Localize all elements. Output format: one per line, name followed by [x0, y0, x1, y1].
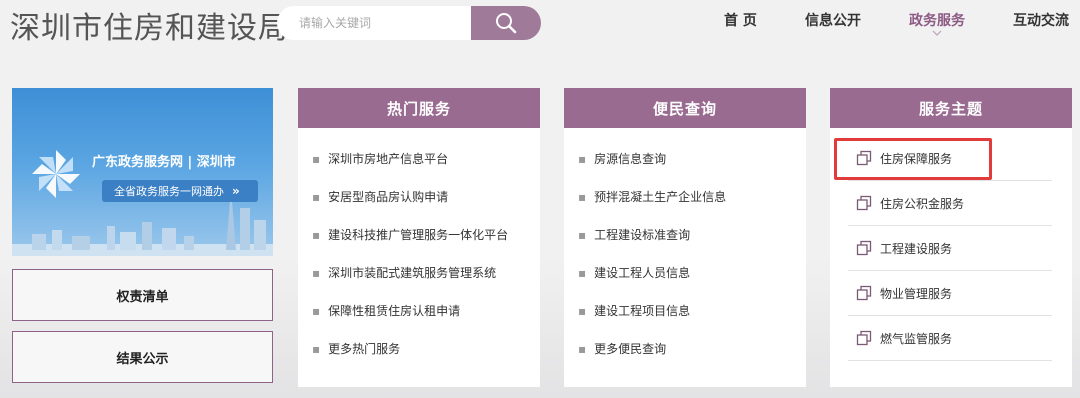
public-query-title: 便民查询	[564, 88, 806, 128]
hot-service-label: 安居型商品房认购申请	[328, 190, 449, 204]
square-bullet-icon: ▪	[578, 228, 587, 242]
public-query-label: 建设工程项目信息	[594, 304, 691, 318]
theme-property-management[interactable]: 物业管理服务	[848, 271, 1052, 316]
service-themes-title: 服务主题	[830, 88, 1072, 128]
hot-services-card: 热门服务 ▪ 深圳市房地产信息平台 ▪ 安居型商品房认购申请 ▪ 建设科技推广管理服务…	[298, 88, 540, 387]
public-query-card: 便民查询 ▪ 房源信息查询 ▪ 预拌混凝土生产企业信息 ▪ 工程建设标准查询 ▪ 建设工…	[564, 88, 806, 387]
square-bullet-icon: ▪	[312, 190, 321, 204]
more-hot-services-link[interactable]: ▪ 更多热门服务	[312, 340, 400, 357]
header: 深圳市住房和建设局 首 页 信息公开 政务服务 互动交流	[0, 0, 1080, 50]
copy-pages-icon	[856, 330, 872, 346]
public-query-item[interactable]: ▪ 建设工程项目信息	[578, 302, 690, 319]
square-bullet-icon: ▪	[312, 266, 321, 280]
hot-services-title: 热门服务	[298, 88, 540, 128]
hot-service-item[interactable]: ▪ 深圳市装配式建筑服务管理系统	[312, 264, 496, 281]
gd-gov-service-banner[interactable]: 广东政务服务网 | 深圳市 全省政务服务一网通办 »	[12, 88, 273, 256]
square-bullet-icon: ▪	[578, 342, 587, 356]
square-bullet-icon: ▪	[312, 304, 321, 318]
nav-home[interactable]: 首 页	[724, 10, 757, 30]
square-bullet-icon: ▪	[312, 152, 321, 166]
copy-pages-icon	[856, 240, 872, 256]
service-themes-card: 服务主题 住房保障服务 住房公积金服务 工程建设服务 物业管理服务 燃气监管服务	[830, 88, 1072, 387]
square-bullet-icon: ▪	[312, 228, 321, 242]
banner-pill-label: 全省政务服务一网通办	[114, 185, 224, 198]
public-query-label: 工程建设标准查询	[594, 228, 691, 242]
public-query-item[interactable]: ▪ 工程建设标准查询	[578, 226, 690, 243]
hot-service-label: 保障性租赁住房认租申请	[328, 304, 461, 318]
public-query-item[interactable]: ▪ 建设工程人员信息	[578, 264, 690, 281]
square-bullet-icon: ▪	[312, 342, 321, 356]
public-query-label: 建设工程人员信息	[594, 266, 691, 280]
square-bullet-icon: ▪	[578, 304, 587, 318]
square-bullet-icon: ▪	[578, 152, 587, 166]
theme-housing-security[interactable]: 住房保障服务	[848, 136, 1052, 181]
hot-service-label: 深圳市装配式建筑服务管理系统	[328, 266, 497, 280]
theme-label: 工程建设服务	[880, 241, 953, 256]
main-nav: 首 页 信息公开 政务服务 互动交流	[0, 10, 1080, 40]
gd-gov-logo-icon	[32, 150, 80, 198]
nav-info-disclosure[interactable]: 信息公开	[805, 10, 861, 30]
theme-housing-fund[interactable]: 住房公积金服务	[848, 181, 1052, 226]
chevron-down-icon	[932, 30, 942, 36]
results-publicity-button[interactable]: 结果公示	[12, 331, 273, 383]
hot-service-item[interactable]: ▪ 深圳市房地产信息平台	[312, 150, 448, 167]
more-public-query-link[interactable]: ▪ 更多便民查询	[578, 340, 666, 357]
square-bullet-icon: ▪	[578, 266, 587, 280]
power-list-button[interactable]: 权责清单	[12, 269, 273, 321]
public-query-label: 预拌混凝土生产企业信息	[594, 190, 727, 204]
square-bullet-icon: ▪	[578, 190, 587, 204]
double-chevron-right-icon: »	[232, 184, 240, 198]
hot-service-label: 建设科技推广管理服务一体化平台	[328, 228, 509, 242]
hot-service-item[interactable]: ▪ 安居型商品房认购申请	[312, 188, 448, 205]
copy-pages-icon	[856, 285, 872, 301]
theme-construction[interactable]: 工程建设服务	[848, 226, 1052, 271]
public-query-item[interactable]: ▪ 房源信息查询	[578, 150, 666, 167]
public-query-label: 房源信息查询	[594, 152, 667, 166]
theme-label: 物业管理服务	[880, 286, 953, 301]
theme-label: 住房保障服务	[880, 151, 953, 166]
banner-title: 广东政务服务网 | 深圳市	[92, 155, 236, 170]
copy-pages-icon	[856, 150, 872, 166]
hot-service-label: 深圳市房地产信息平台	[328, 152, 449, 166]
theme-gas-supervision[interactable]: 燃气监管服务	[848, 316, 1052, 361]
hot-service-item[interactable]: ▪ 建设科技推广管理服务一体化平台	[312, 226, 508, 243]
banner-pill[interactable]: 全省政务服务一网通办 »	[102, 180, 258, 202]
public-query-item[interactable]: ▪ 预拌混凝土生产企业信息	[578, 188, 726, 205]
public-query-label: 更多便民查询	[594, 342, 667, 356]
nav-gov-services[interactable]: 政务服务	[909, 10, 965, 30]
theme-label: 住房公积金服务	[880, 196, 965, 211]
hot-service-item[interactable]: ▪ 保障性租赁住房认租申请	[312, 302, 460, 319]
copy-pages-icon	[856, 195, 872, 211]
hot-service-label: 更多热门服务	[328, 342, 401, 356]
theme-label: 燃气监管服务	[880, 331, 953, 346]
nav-interaction[interactable]: 互动交流	[1013, 10, 1069, 30]
